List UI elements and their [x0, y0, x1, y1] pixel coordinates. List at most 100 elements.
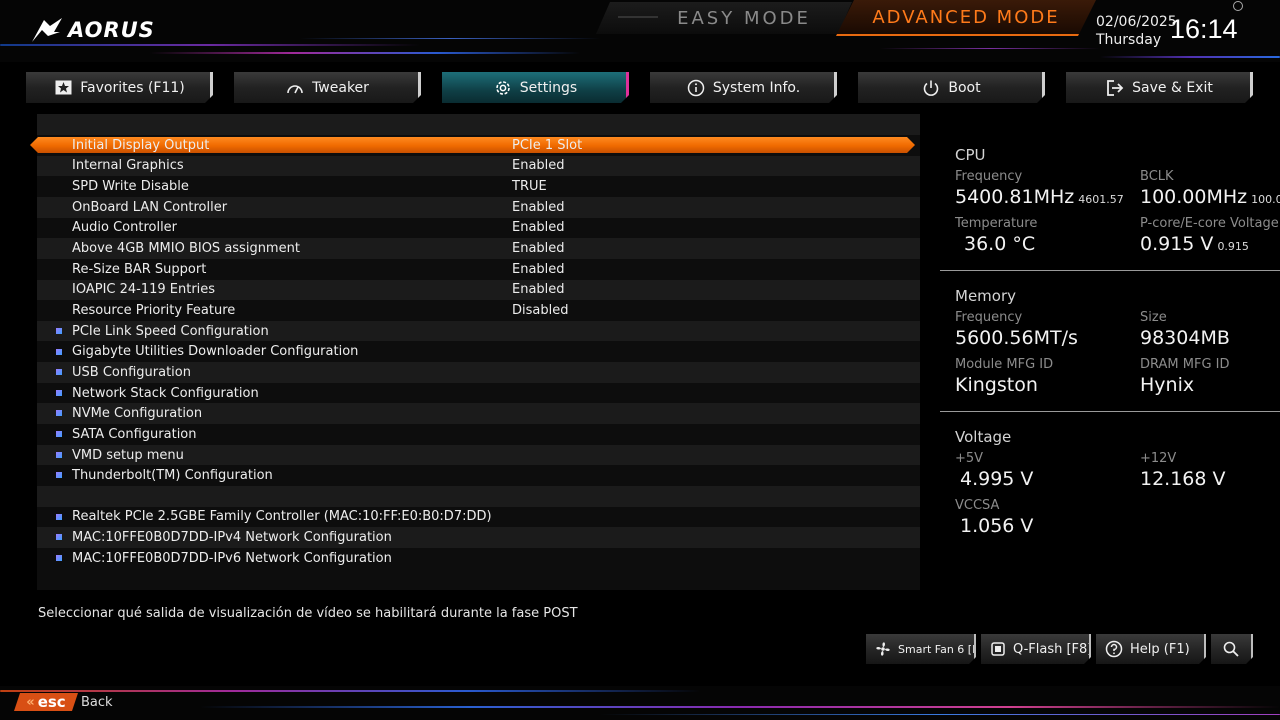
vccsa-value: 1.056 V [960, 515, 1034, 537]
help-button[interactable]: Help (F1) [1096, 634, 1206, 664]
tab-settings[interactable]: Settings [442, 72, 629, 103]
esc-button[interactable]: « esc [14, 693, 78, 711]
bclk-value: 100.00MHz100.01 [1140, 186, 1280, 208]
setting-label: Network Stack Configuration [72, 385, 259, 401]
esc-label: esc [37, 693, 66, 711]
settings-row[interactable]: Realtek PCIe 2.5GBE Family Controller (M… [37, 507, 920, 528]
setting-label: IOAPIC 24-119 Entries [72, 282, 216, 298]
logo-text: AORUS [68, 18, 155, 42]
settings-row[interactable]: SATA Configuration [37, 424, 920, 445]
settings-row[interactable]: MAC:10FFE0B0D7DD-IPv6 Network Configurat… [37, 548, 920, 569]
qflash-button[interactable]: Q-Flash [F8] [981, 634, 1091, 664]
setting-label: Re-Size BAR Support [72, 261, 207, 277]
setting-label: Realtek PCIe 2.5GBE Family Controller (M… [72, 509, 492, 525]
setting-label: NVMe Configuration [72, 406, 203, 422]
setting-value[interactable]: Disabled [512, 303, 568, 318]
setting-label: VMD setup menu [72, 447, 184, 463]
memory-size-value: 98304MB [1140, 327, 1230, 349]
search-button[interactable] [1211, 634, 1253, 664]
advanced-mode-label: ADVANCED MODE [872, 6, 1060, 28]
smart-fan-label: Smart Fan 6 [F6] [898, 642, 990, 656]
fan-icon [874, 639, 892, 659]
settings-row[interactable]: Initial Display Output PCIe 1 Slot [37, 135, 920, 156]
eagle-icon [32, 18, 62, 42]
cpu-frequency-label: Frequency [955, 169, 1023, 184]
settings-row[interactable]: Thunderbolt(TM) Configuration [37, 465, 920, 486]
settings-row[interactable]: Network Stack Configuration [37, 383, 920, 404]
setting-label: USB Configuration [72, 364, 191, 380]
setting-value[interactable]: Enabled [512, 158, 565, 173]
setting-label: Internal Graphics [72, 158, 184, 174]
bclk-label: BCLK [1140, 169, 1174, 184]
setting-label: PCIe Link Speed Configuration [72, 323, 269, 339]
tab-tweaker[interactable]: Tweaker [234, 72, 421, 103]
decor-streak [600, 714, 1280, 715]
settings-row[interactable]: SPD Write Disable TRUE [37, 176, 920, 197]
tab-label: Boot [948, 79, 981, 96]
setting-label: Resource Priority Feature [72, 302, 236, 318]
speedometer-icon [286, 79, 304, 97]
settings-row[interactable]: Resource Priority Feature Disabled [37, 300, 920, 321]
easy-mode-label: EASY MODE [677, 7, 811, 29]
v12-label: +12V [1140, 451, 1177, 466]
settings-row[interactable]: IOAPIC 24-119 Entries Enabled [37, 279, 920, 301]
memory-frequency-value: 5600.56MT/s [955, 327, 1078, 349]
tab-save-exit[interactable]: Save & Exit [1066, 72, 1253, 103]
settings-row[interactable]: USB Configuration [37, 362, 920, 383]
tab-system-info[interactable]: System Info. [650, 72, 837, 103]
setting-value[interactable]: Enabled [512, 282, 565, 297]
submenu-bullet-icon [56, 369, 62, 376]
v5-label: +5V [955, 451, 984, 466]
tab-favorites[interactable]: Favorites (F11) [26, 72, 213, 103]
settings-row[interactable]: OnBoard LAN Controller Enabled [37, 196, 920, 218]
memory-size-label: Size [1140, 310, 1167, 325]
setting-value[interactable]: Enabled [512, 262, 565, 277]
core-voltage-label: P-core/E-core Voltage [1140, 216, 1279, 231]
voltage-title: Voltage [955, 428, 1012, 446]
smart-fan-button[interactable]: Smart Fan 6 [F6] [866, 634, 976, 664]
decor-streak [150, 52, 580, 54]
settings-dot-icon[interactable] [1233, 1, 1243, 11]
decor-streak [300, 38, 600, 39]
decor-dash [618, 16, 658, 18]
settings-row[interactable]: Above 4GB MMIO BIOS assignment Enabled [37, 238, 920, 259]
date-text: 02/06/2025 [1096, 14, 1177, 30]
tab-label: Save & Exit [1132, 79, 1213, 96]
setting-value[interactable]: Enabled [512, 220, 565, 235]
qflash-label: Q-Flash [F8] [1013, 641, 1093, 657]
submenu-bullet-icon [56, 534, 62, 541]
cpu-title: CPU [955, 146, 986, 164]
help-label: Help (F1) [1130, 641, 1190, 657]
setting-value[interactable]: PCIe 1 Slot [512, 138, 582, 153]
memory-title: Memory [955, 287, 1017, 305]
settings-row[interactable]: Internal Graphics Enabled [37, 155, 920, 177]
settings-row[interactable]: Re-Size BAR Support Enabled [37, 259, 920, 280]
easy-mode-button[interactable]: EASY MODE [596, 2, 852, 34]
settings-row[interactable]: PCIe Link Speed Configuration [37, 320, 920, 342]
setting-value[interactable]: TRUE [512, 179, 547, 194]
settings-row[interactable]: Gigabyte Utilities Downloader Configurat… [37, 342, 920, 363]
tab-label: Favorites (F11) [80, 79, 185, 96]
memory-frequency-label: Frequency [955, 310, 1023, 325]
divider [940, 270, 1280, 271]
submenu-bullet-icon [56, 410, 62, 417]
submenu-bullet-icon [56, 327, 62, 334]
setting-value[interactable]: Enabled [512, 241, 565, 256]
setting-label: SATA Configuration [72, 426, 197, 442]
settings-row[interactable]: VMD setup menu [37, 444, 920, 466]
setting-label: Above 4GB MMIO BIOS assignment [72, 241, 300, 257]
clock: 16:14 [1170, 14, 1238, 44]
help-icon [1104, 639, 1124, 659]
settings-row[interactable]: MAC:10FFE0B0D7DD-IPv4 Network Configurat… [37, 527, 920, 548]
v12-value: 12.168 V [1140, 468, 1226, 490]
advanced-mode-button[interactable]: ADVANCED MODE [836, 0, 1096, 36]
setting-label: Audio Controller [72, 220, 178, 236]
setting-value[interactable]: Enabled [512, 200, 565, 215]
settings-row[interactable]: Audio Controller Enabled [37, 218, 920, 239]
back-label: Back [81, 695, 113, 710]
settings-row[interactable]: NVMe Configuration [37, 403, 920, 425]
tab-boot[interactable]: Boot [858, 72, 1045, 103]
setting-label: Thunderbolt(TM) Configuration [72, 468, 273, 484]
cpu-temp-value: 36.0 °C [964, 233, 1036, 255]
submenu-bullet-icon [56, 348, 62, 355]
